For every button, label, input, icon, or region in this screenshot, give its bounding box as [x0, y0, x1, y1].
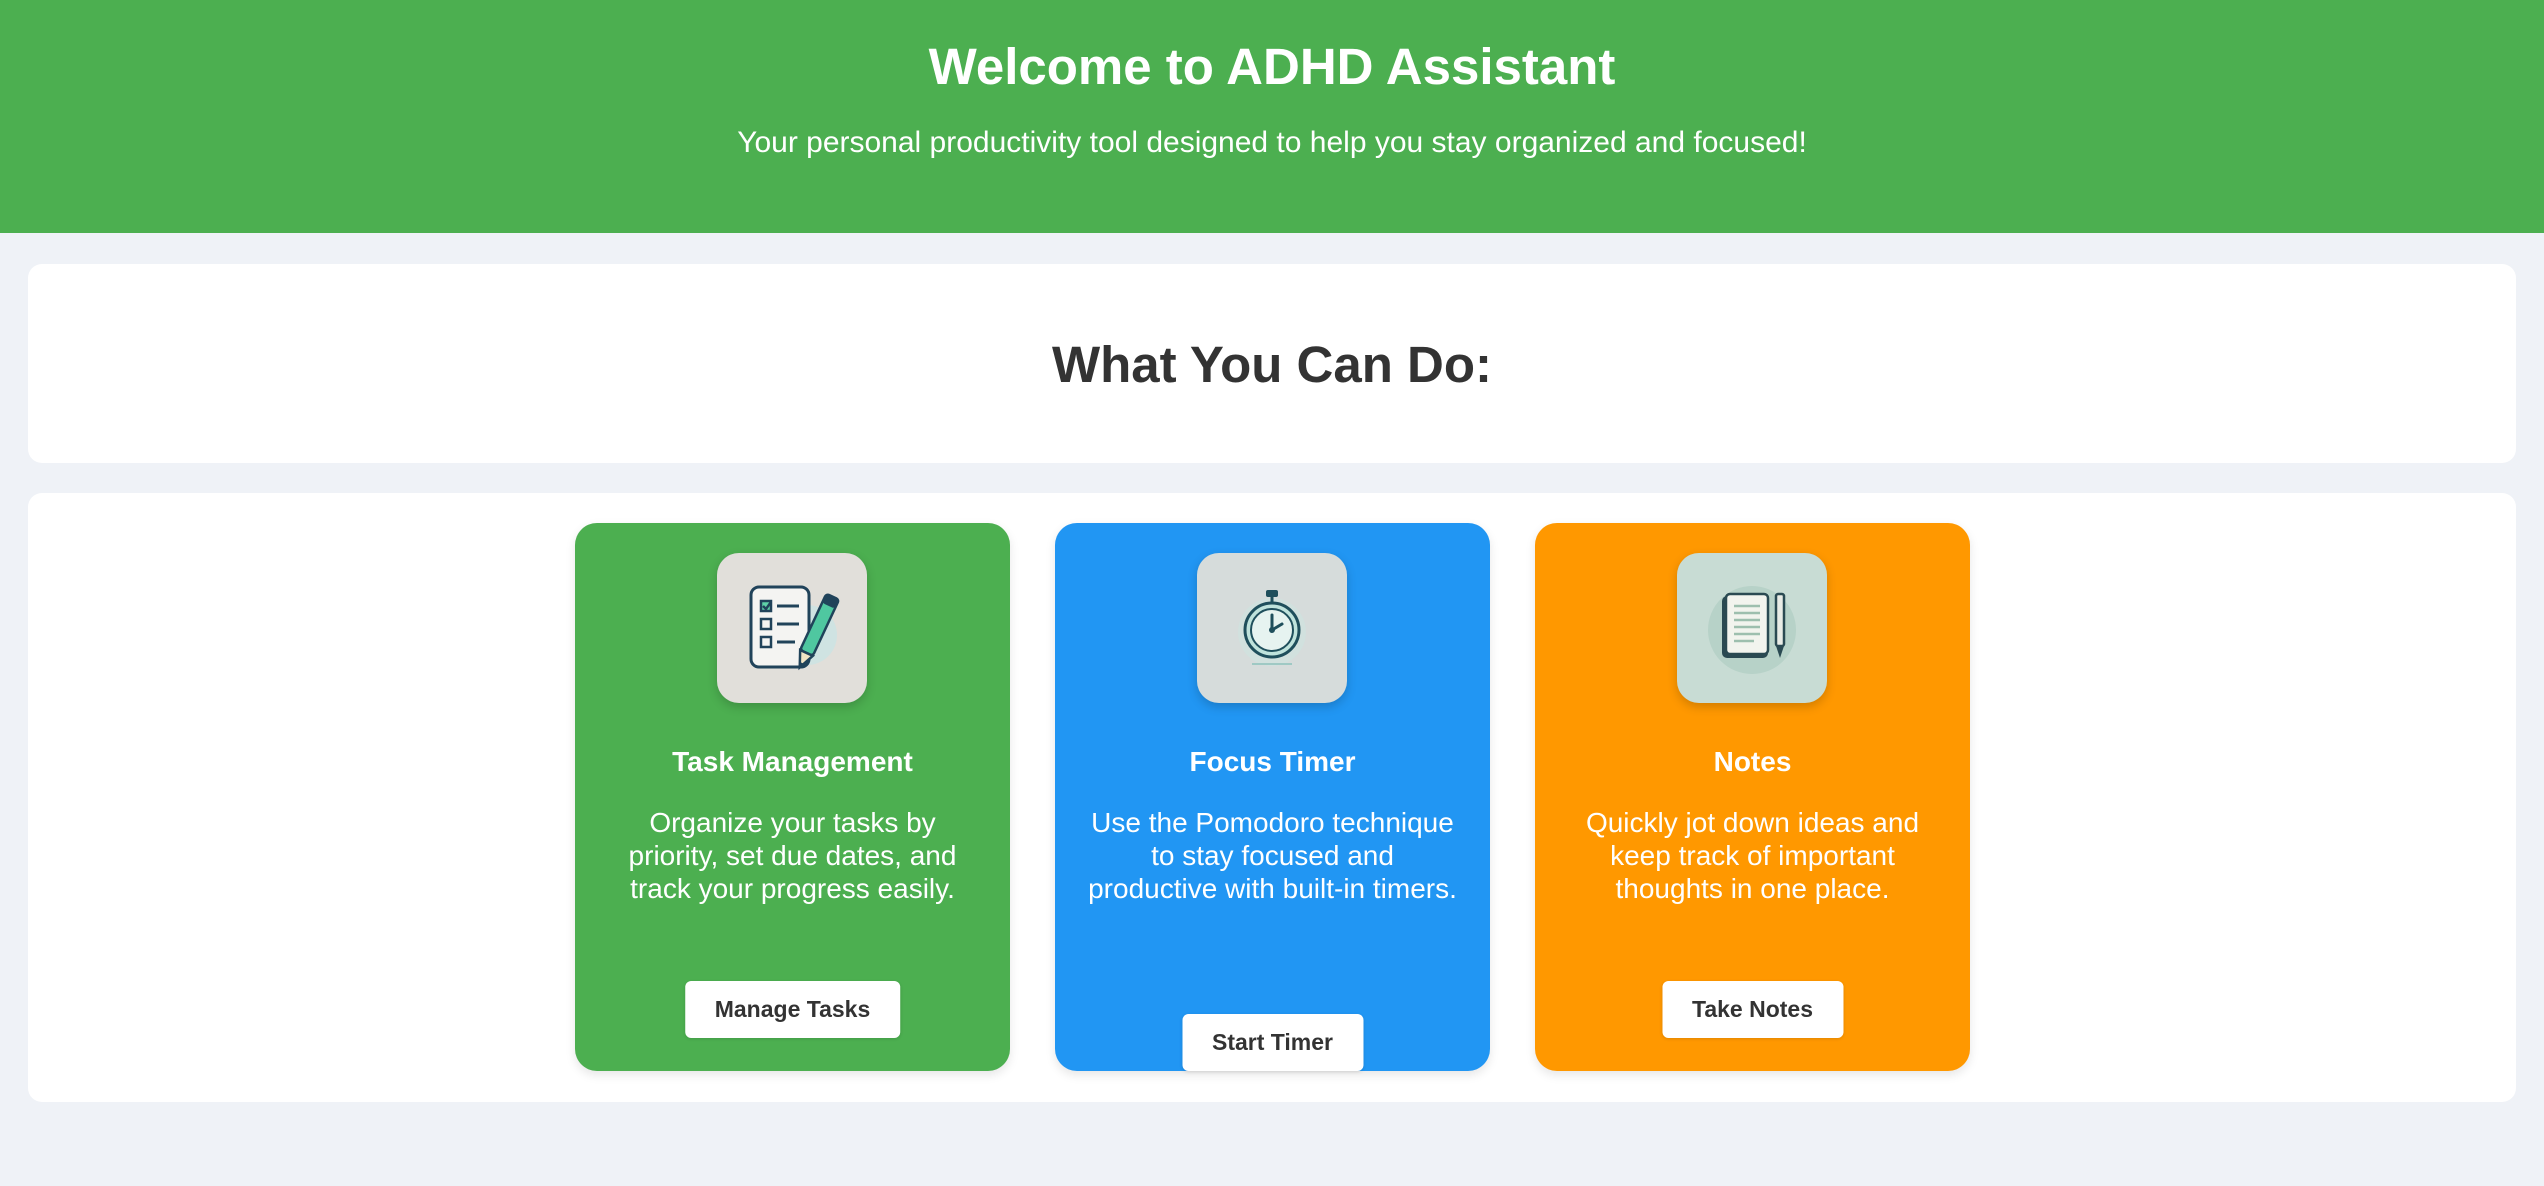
task-management-card: Task Management Organize your tasks by p… — [575, 523, 1010, 1071]
checklist-pencil-icon — [717, 553, 867, 703]
card-title: Notes — [1713, 746, 1792, 777]
card-title: Focus Timer — [1189, 746, 1356, 777]
notebook-pencil-icon — [1677, 553, 1827, 703]
features-panel: Task Management Organize your tasks by p… — [28, 493, 2516, 1102]
focus-timer-card: Focus Timer Use the Pomodoro technique t… — [1055, 523, 1490, 1071]
stopwatch-icon — [1197, 553, 1347, 703]
page-subtitle: Your personal productivity tool designed… — [737, 126, 1807, 159]
card-description: Quickly jot down ideas and keep track of… — [1585, 807, 1920, 904]
card-title: Task Management — [672, 746, 913, 777]
card-description: Use the Pomodoro technique to stay focus… — [1088, 807, 1457, 904]
take-notes-button[interactable]: Take Notes — [1661, 981, 1844, 1038]
page-header: Welcome to ADHD Assistant Your personal … — [0, 0, 2544, 233]
features-heading-panel: What You Can Do: — [28, 264, 2516, 463]
page-title: Welcome to ADHD Assistant — [928, 38, 1616, 95]
notes-card: Notes Quickly jot down ideas and keep tr… — [1535, 523, 1970, 1071]
section-heading: What You Can Do: — [1051, 336, 1493, 393]
manage-tasks-button[interactable]: Manage Tasks — [684, 981, 901, 1038]
card-description: Organize your tasks by priority, set due… — [628, 807, 957, 904]
feature-cards: Task Management Organize your tasks by p… — [575, 523, 1970, 1071]
start-timer-button[interactable]: Start Timer — [1181, 1014, 1364, 1071]
